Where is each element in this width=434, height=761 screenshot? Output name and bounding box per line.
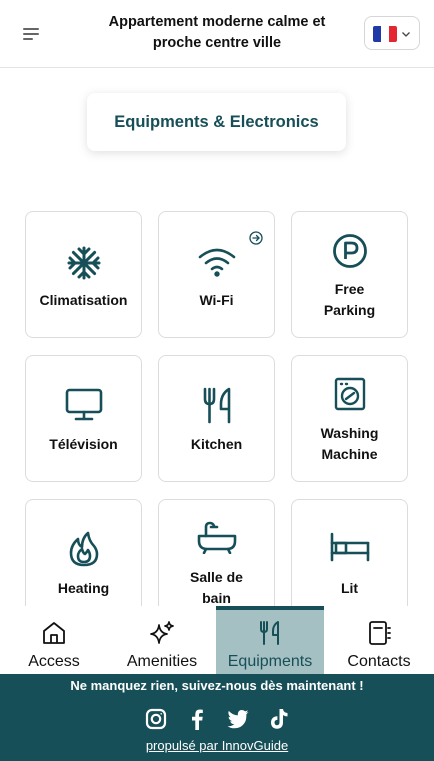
facebook-icon[interactable] — [185, 707, 209, 731]
home-icon — [0, 620, 108, 646]
social-links — [0, 707, 434, 731]
sparkles-icon — [108, 620, 216, 646]
tile-label: Wi-Fi — [199, 292, 234, 308]
tab-contacts[interactable]: Contacts — [324, 606, 434, 674]
instagram-icon[interactable] — [144, 707, 168, 731]
menu-icon[interactable] — [20, 24, 44, 44]
page-title: Appartement moderne calme et proche cent… — [92, 12, 342, 54]
bed-icon — [292, 531, 407, 563]
tile-wifi[interactable]: Wi-Fi — [158, 211, 275, 338]
tile-free-parking[interactable]: Free Parking — [291, 211, 408, 338]
section-title: Equipments & Electronics — [114, 112, 319, 131]
utensils-icon — [216, 620, 324, 646]
arrow-right-circle-icon[interactable] — [249, 231, 263, 245]
tile-label-line-1: Free — [334, 281, 365, 297]
tile-label-line-1: Washing — [320, 425, 379, 441]
chevron-down-icon — [402, 32, 410, 37]
powered-by-link[interactable]: propulsé par InnovGuide — [0, 738, 434, 753]
tab-label: Access — [28, 653, 80, 670]
twitter-icon[interactable] — [226, 707, 250, 731]
tile-kitchen[interactable]: Kitchen — [158, 355, 275, 482]
tile-label: Free Parking — [292, 279, 407, 321]
tile-climatisation[interactable]: Climatisation — [25, 211, 142, 338]
tile-label-line-2: Parking — [323, 302, 376, 318]
tile-label: Washing Machine — [292, 423, 407, 465]
language-selector[interactable] — [364, 16, 420, 50]
tile-label: Kitchen — [190, 436, 243, 452]
tile-label: Télévision — [49, 436, 118, 452]
washing-machine-icon — [292, 376, 407, 412]
top-bar: Appartement moderne calme et proche cent… — [0, 0, 434, 68]
tile-label: Salle de bain — [159, 567, 274, 609]
tab-label: Contacts — [347, 653, 411, 670]
notebook-icon — [324, 620, 434, 646]
section-title-card: Equipments & Electronics — [87, 93, 346, 151]
flame-icon — [26, 530, 141, 568]
utensils-icon — [159, 386, 274, 424]
tile-television[interactable]: Télévision — [25, 355, 142, 482]
tile-label: Heating — [57, 580, 110, 596]
tab-access[interactable]: Access — [0, 606, 108, 674]
monitor-icon — [26, 386, 141, 422]
bathtub-icon — [159, 520, 274, 554]
snowflake-icon — [26, 245, 141, 281]
parking-icon — [292, 233, 407, 269]
tab-label: Amenities — [126, 653, 198, 670]
tile-label-line-1: Salle de — [190, 569, 243, 585]
french-flag-icon — [373, 26, 397, 42]
bottom-nav: Access Amenities Equipments Contacts — [0, 606, 434, 674]
tile-label: Lit — [340, 580, 359, 596]
title-line-2: proche centre ville — [152, 35, 282, 51]
tile-washing-machine[interactable]: Washing Machine — [291, 355, 408, 482]
tiktok-icon[interactable] — [267, 707, 291, 731]
footer-message: Ne manquez rien, suivez-nous dès mainten… — [70, 678, 364, 693]
tab-equipments[interactable]: Equipments — [216, 606, 324, 674]
tab-label: Equipments — [227, 653, 313, 670]
title-line-1: Appartement moderne calme et — [108, 14, 326, 30]
tile-label-line-2: Machine — [321, 446, 378, 462]
tab-amenities[interactable]: Amenities — [108, 606, 216, 674]
tile-label: Climatisation — [39, 292, 128, 308]
footer: Ne manquez rien, suivez-nous dès mainten… — [0, 674, 434, 761]
wifi-icon — [159, 246, 274, 278]
